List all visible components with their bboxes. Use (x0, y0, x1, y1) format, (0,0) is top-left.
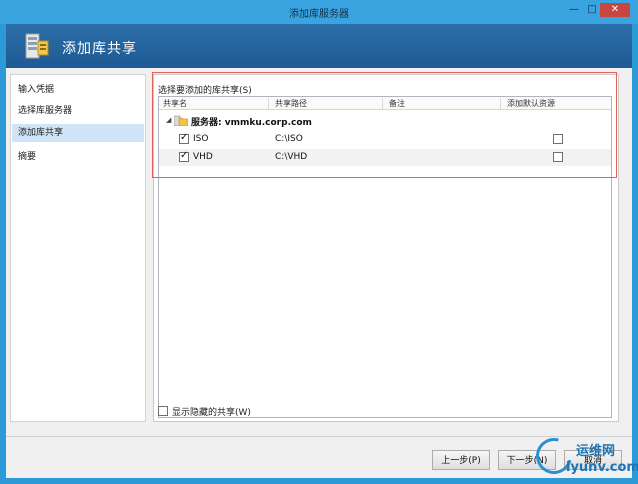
previous-button[interactable]: 上一步(P) (432, 450, 490, 470)
title-bar[interactable]: 添加库服务器 — □ ✕ (0, 0, 638, 24)
window-title: 添加库服务器 (289, 9, 349, 20)
share-path: C:\ISO (275, 134, 303, 144)
share-name: ISO (193, 134, 209, 144)
server-row[interactable]: ◢ 服务器: vmmku.corp.com (159, 112, 611, 129)
share-vhd-checkbox[interactable] (179, 150, 189, 162)
share-name: VHD (193, 152, 213, 162)
wizard-window: 添加库服务器 — □ ✕ 添加库共享 输入凭据 选择库服务器 添加库共享 摘要 … (0, 0, 638, 484)
column-header-share-path[interactable]: 共享路径 (271, 98, 383, 109)
shares-section-label: 选择要添加的库共享(S) (158, 86, 252, 96)
watermark-url: iyunv.com (566, 460, 638, 475)
table-row[interactable]: ISO C:\ISO (159, 131, 611, 148)
add-default-resources-checkbox[interactable] (553, 152, 563, 162)
shares-grid[interactable]: 共享名 共享路径 备注 添加默认资源 ◢ 服务器: vmmku.corp.com… (158, 96, 612, 418)
step-summary[interactable]: 摘要 (12, 148, 144, 166)
column-header-notes[interactable]: 备注 (385, 98, 501, 109)
wizard-header: 添加库共享 (6, 24, 632, 68)
show-hidden-shares-checkbox[interactable] (158, 406, 168, 416)
share-iso-checkbox[interactable] (179, 132, 189, 144)
watermark: 运维网 iyunv.com (529, 431, 638, 482)
minimize-button[interactable]: — (566, 3, 582, 17)
step-enter-credentials[interactable]: 输入凭据 (12, 81, 144, 99)
server-name: 服务器: vmmku.corp.com (191, 118, 312, 128)
maximize-button[interactable]: □ (584, 3, 600, 17)
server-wizard-icon (25, 33, 49, 59)
grid-header: 共享名 共享路径 备注 添加默认资源 (159, 97, 611, 110)
step-add-library-shares[interactable]: 添加库共享 (12, 124, 144, 142)
watermark-text: 运维网 (576, 444, 616, 459)
collapse-icon[interactable]: ◢ (166, 116, 171, 124)
show-hidden-shares-label[interactable]: 显示隐藏的共享(W) (172, 405, 251, 418)
close-button[interactable]: ✕ (600, 3, 630, 17)
share-path: C:\VHD (275, 152, 308, 162)
add-default-resources-checkbox[interactable] (553, 134, 563, 144)
table-row[interactable]: VHD C:\VHD (159, 149, 611, 166)
wizard-steps: 输入凭据 选择库服务器 添加库共享 摘要 (10, 74, 146, 422)
column-header-share-name[interactable]: 共享名 (159, 98, 269, 109)
folder-server-icon (174, 115, 188, 126)
column-header-add-default[interactable]: 添加默认资源 (503, 98, 609, 109)
page-title: 添加库共享 (62, 41, 137, 57)
step-select-library-server[interactable]: 选择库服务器 (12, 102, 144, 120)
